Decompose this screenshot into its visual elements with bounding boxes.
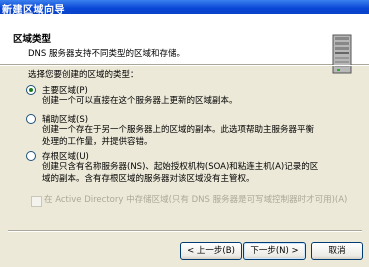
stub-zone-label: 存根区域(U): [42, 152, 89, 162]
secondary-zone-radio[interactable]: [26, 114, 36, 124]
store-in-ad-label: 在 Active Directory 中存储区域(只有 DNS 服务器是可写域控…: [44, 195, 348, 205]
page-subtitle: DNS 服务器支持不同类型的区域和存储。: [28, 49, 186, 59]
stub-zone-desc-line: 创建只含有名称服务器(NS)、起始授权机构(SOA)和粘连主机(A)记录的区: [42, 162, 319, 172]
zone-type-prompt: 选择您要创建的区域的类型：: [28, 70, 139, 80]
stub-zone-radio[interactable]: [26, 151, 36, 161]
next-button[interactable]: 下一步(N) >: [243, 242, 306, 260]
title-bar: 新建区域向导: [0, 0, 369, 16]
primary-zone-label: 主要区域(P): [42, 86, 88, 96]
cancel-button[interactable]: 取消: [311, 242, 363, 260]
footer-divider: [8, 230, 362, 232]
header-divider: [0, 65, 369, 66]
store-in-ad-checkbox[interactable]: [31, 196, 42, 207]
server-icon: [332, 34, 352, 74]
secondary-zone-desc-line: 处理的工作量，并提供容错。: [42, 136, 153, 147]
primary-zone-desc: 创建一个可以直接在这个服务器上更新的区域副本。: [42, 96, 342, 108]
primary-zone-radio[interactable]: [26, 85, 36, 95]
primary-zone-desc-line: 创建一个可以直接在这个服务器上更新的区域副本。: [42, 96, 238, 106]
secondary-zone-desc: 创建一个存在于另一个服务器上的区域的副本。此选项帮助主服务器平衡 处理的工作量，…: [42, 125, 342, 148]
page-title: 区域类型: [13, 34, 52, 45]
secondary-zone-desc-line: 创建一个存在于另一个服务器上的区域的副本。此选项帮助主服务器平衡: [42, 125, 315, 135]
back-button[interactable]: < 上一步(B): [180, 242, 242, 260]
stub-zone-desc-line: 域的副本。含有存根区域的服务器对该区域没有主管权。: [42, 173, 255, 184]
wizard-header: 区域类型 DNS 服务器支持不同类型的区域和存储。: [0, 14, 369, 74]
secondary-zone-label: 辅助区域(S): [42, 115, 89, 125]
stub-zone-desc: 创建只含有名称服务器(NS)、起始授权机构(SOA)和粘连主机(A)记录的区 域…: [42, 162, 342, 185]
